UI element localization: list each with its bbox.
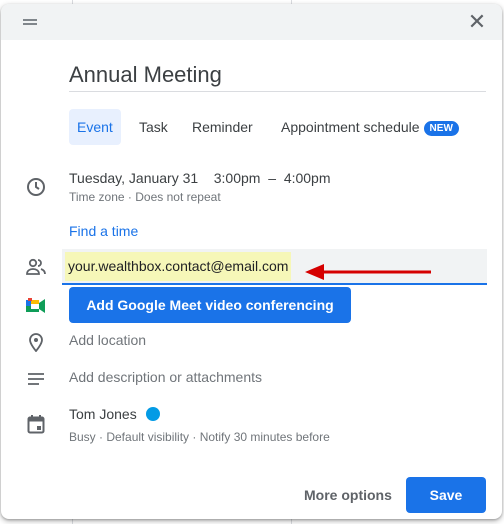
datetime-details: Time zone · Does not repeat — [69, 190, 221, 204]
clock-icon — [25, 176, 47, 198]
calendar-color-dot-icon — [145, 407, 160, 421]
time-separator: – — [268, 170, 277, 186]
more-options-button[interactable]: More options — [296, 477, 400, 513]
google-meet-icon — [25, 295, 47, 317]
event-quick-create-dialog: ✕ Annual Meeting Event Task Reminder App… — [1, 4, 502, 519]
close-icon[interactable]: ✕ — [466, 11, 488, 33]
new-badge: NEW — [423, 121, 459, 136]
people-icon — [25, 256, 47, 278]
time-zone-link[interactable]: Time zone — [69, 190, 125, 204]
location-pin-icon — [25, 331, 47, 353]
add-description-input[interactable]: Add description or attachments — [69, 369, 262, 385]
start-time[interactable]: 3:00pm — [214, 170, 261, 186]
calendar-icon — [25, 413, 47, 435]
tab-label: Appointment schedule — [281, 119, 420, 135]
separator-dot: · — [127, 190, 132, 204]
tab-event[interactable]: Event — [69, 109, 121, 145]
drag-handle-icon[interactable] — [23, 19, 37, 25]
annotation-arrow-icon — [305, 264, 431, 280]
tab-reminder[interactable]: Reminder — [184, 109, 261, 145]
guest-email-value[interactable]: your.wealthbox.contact@email.com — [65, 252, 292, 281]
title-input[interactable]: Annual Meeting — [69, 62, 486, 92]
repeat-option[interactable]: Does not repeat — [135, 190, 220, 204]
save-button[interactable]: Save — [406, 477, 486, 513]
dialog-header[interactable]: ✕ — [1, 4, 502, 40]
add-google-meet-button[interactable]: Add Google Meet video conferencing — [69, 287, 351, 323]
add-location-input[interactable]: Add location — [69, 332, 146, 348]
event-date[interactable]: Tuesday, January 31 — [69, 170, 198, 186]
event-datetime[interactable]: Tuesday, January 31 3:00pm – 4:00pm — [69, 170, 331, 186]
end-time[interactable]: 4:00pm — [284, 170, 331, 186]
description-icon — [25, 368, 47, 390]
find-a-time-link[interactable]: Find a time — [69, 223, 138, 239]
tab-appointment-schedule[interactable]: Appointment schedule NEW — [273, 109, 467, 145]
calendar-details[interactable]: Busy · Default visibility · Notify 30 mi… — [69, 430, 330, 444]
calendar-owner: Tom Jones — [69, 406, 137, 422]
calendar-selector[interactable]: Tom Jones — [69, 406, 160, 422]
tab-task[interactable]: Task — [131, 109, 176, 145]
